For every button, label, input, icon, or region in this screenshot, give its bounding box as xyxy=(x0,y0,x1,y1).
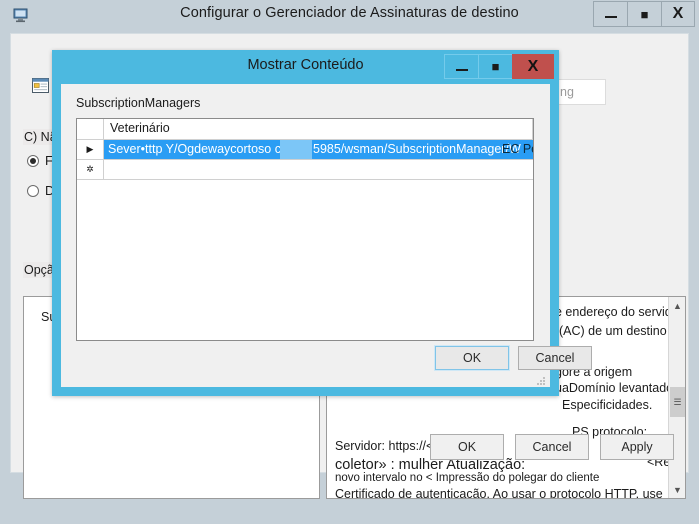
dialog-maximize-button[interactable]: ■ xyxy=(478,54,512,79)
grid-header-row: Veterinário xyxy=(77,119,533,140)
ok-button[interactable]: OK xyxy=(430,434,504,460)
subscription-managers-label: SubscriptionManagers xyxy=(76,96,201,110)
row-value-segment-a: Sever•tttp Y/Ogdewaycortoso com : xyxy=(108,142,306,156)
dialog-cancel-button[interactable]: Cancel xyxy=(518,346,592,370)
desc-line-10: Certificado de autenticação. Ao usar o p… xyxy=(335,487,663,499)
desc-line-2: (AC) de um destino xyxy=(559,324,667,338)
show-contents-dialog: Mostrar Conteúdo ■ X SubscriptionManager… xyxy=(52,50,592,396)
policy-setting-icon xyxy=(31,76,51,96)
desc-line-4: uaDomínio levantado xyxy=(555,381,674,395)
scrollbar-thumb[interactable]: ☰ xyxy=(670,387,685,417)
grid-header-veterinario[interactable]: Veterinário xyxy=(104,119,533,139)
radio-dot-off-icon xyxy=(27,184,39,197)
desc-line-5: Especificidades. xyxy=(562,398,653,412)
close-button[interactable]: X xyxy=(661,1,695,27)
dialog-window-controls: ■ X xyxy=(444,54,554,79)
description-scrollbar[interactable]: ▲ ☰ ▼ xyxy=(668,297,685,498)
subscription-managers-grid[interactable]: Veterinário ▶ Sever•tttp Y/Ogdewaycortos… xyxy=(76,118,534,341)
row-value-highlight-gap xyxy=(280,140,312,159)
row-value-segment-c: EC Pea xyxy=(502,142,533,156)
row-selector-arrow-icon[interactable]: ▶ xyxy=(77,140,104,160)
cancel-button[interactable]: Cancel xyxy=(515,434,589,460)
resize-grip-icon[interactable] xyxy=(534,373,546,385)
background-window-controls: ■ X xyxy=(593,1,695,27)
dialog-minimize-button[interactable] xyxy=(444,54,478,79)
row-value-cell-empty[interactable] xyxy=(104,160,533,180)
desc-line-1: e endereço do servidor, xyxy=(555,305,686,319)
background-window-buttons: OK Cancel Apply xyxy=(430,434,674,460)
radio-dot-on-icon xyxy=(27,154,39,167)
apply-button[interactable]: Apply xyxy=(600,434,674,460)
row-value-cell[interactable]: Sever•tttp Y/Ogdewaycortoso com : 5985/w… xyxy=(104,140,533,160)
dialog-ok-button[interactable]: OK xyxy=(434,345,510,371)
desc-line-9: novo intervalo no < Impressão do polegar… xyxy=(335,472,600,484)
scroll-up-icon[interactable]: ▲ xyxy=(669,297,685,314)
minimize-button[interactable] xyxy=(593,1,627,27)
dialog-close-button[interactable]: X xyxy=(512,54,554,79)
grid-header-selector xyxy=(77,119,104,139)
dialog-buttons: OK Cancel xyxy=(434,345,592,371)
table-row[interactable]: ✲ xyxy=(77,160,533,180)
table-row[interactable]: ▶ Sever•tttp Y/Ogdewaycortoso com : 5985… xyxy=(77,140,533,160)
dialog-client-area: SubscriptionManagers Veterinário ▶ Sever… xyxy=(61,84,592,387)
dialog-titlebar[interactable]: Mostrar Conteúdo ■ X xyxy=(52,50,559,84)
background-window-titlebar[interactable]: Configurar o Gerenciador de Assinaturas … xyxy=(0,0,699,30)
row-value-segment-b: 5985/wsman/SubscriptionManager/W xyxy=(313,142,521,156)
scroll-down-icon[interactable]: ▼ xyxy=(669,481,685,498)
row-selector-new-icon[interactable]: ✲ xyxy=(77,160,104,180)
maximize-button[interactable]: ■ xyxy=(627,1,661,27)
